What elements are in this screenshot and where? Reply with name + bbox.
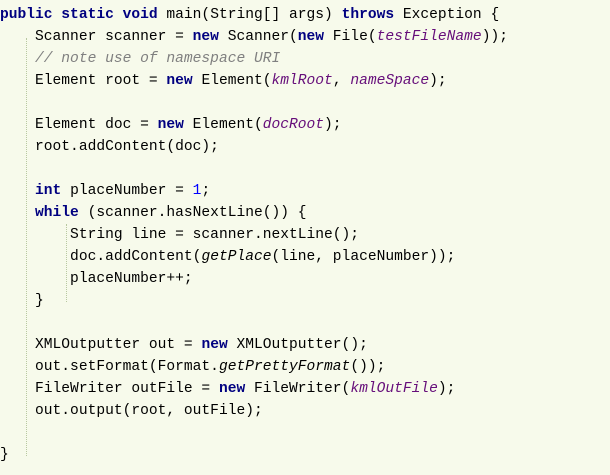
code-token: XMLOutputter out = (0, 337, 202, 353)
field-token: nameSpace (350, 73, 430, 89)
code-line[interactable] (0, 92, 610, 114)
code-token: out.output(root, outFile); (0, 403, 263, 419)
code-line[interactable]: String line = scanner.nextLine(); (0, 224, 610, 246)
code-line[interactable]: } (0, 444, 610, 466)
code-token: , (332, 73, 351, 89)
code-line[interactable] (0, 158, 610, 180)
code-line[interactable]: doc.addContent(getPlace(line, placeNumbe… (0, 246, 610, 268)
keyword-token: throws (341, 7, 403, 23)
code-token: placeNumber++; (0, 271, 193, 287)
code-token: Element doc = (0, 117, 158, 133)
keyword-token: while (35, 205, 88, 221)
keyword-token: new (201, 337, 237, 353)
method-token: getPlace (201, 249, 272, 265)
code-token: placeNumber = (70, 183, 193, 199)
code-token: main(String[] args) (166, 7, 342, 23)
code-token: Element( (201, 73, 272, 89)
code-line[interactable]: XMLOutputter out = new XMLOutputter(); (0, 334, 610, 356)
code-token: Element( (192, 117, 263, 133)
code-token: ; (201, 183, 211, 199)
keyword-token: new (218, 381, 254, 397)
code-line[interactable]: out.setFormat(Format.getPrettyFormat()); (0, 356, 610, 378)
code-line[interactable] (0, 422, 610, 444)
code-token: } (0, 293, 44, 309)
field-token: docRoot (262, 117, 325, 133)
code-token: String line = scanner.nextLine(); (0, 227, 360, 243)
code-line[interactable]: } (0, 290, 610, 312)
keyword-token: new (157, 117, 193, 133)
code-token: root.addContent(doc); (0, 139, 219, 155)
code-line[interactable]: Scanner scanner = new Scanner(new File(t… (0, 26, 610, 48)
code-token: XMLOutputter(); (236, 337, 368, 353)
code-token: FileWriter( (253, 381, 351, 397)
keyword-token: int (35, 183, 71, 199)
code-line[interactable] (0, 312, 610, 334)
code-token: (line, placeNumber)); (271, 249, 456, 265)
keyword-token: new (192, 29, 228, 45)
code-line[interactable]: out.output(root, outFile); (0, 400, 610, 422)
comment-token: // note use of namespace URI (0, 51, 281, 67)
code-token: ); (324, 117, 342, 133)
code-line[interactable]: while (scanner.hasNextLine()) { (0, 202, 610, 224)
code-token: Exception { (402, 7, 500, 23)
code-line[interactable]: public static void main(String[] args) t… (0, 4, 610, 26)
indent-guide-while-block (66, 224, 67, 302)
field-token: testFileName (376, 29, 482, 45)
code-token: Scanner( (227, 29, 298, 45)
code-token: File( (332, 29, 377, 45)
keyword-token: new (297, 29, 333, 45)
code-line[interactable]: // note use of namespace URI (0, 48, 610, 70)
code-token: Scanner scanner = (0, 29, 193, 45)
code-line[interactable]: root.addContent(doc); (0, 136, 610, 158)
code-editor[interactable]: public static void main(String[] args) t… (0, 0, 610, 475)
code-token: (scanner.hasNextLine()) { (87, 205, 307, 221)
code-token: Element root = (0, 73, 167, 89)
code-token: ()); (350, 359, 386, 375)
code-token: out.setFormat(Format. (0, 359, 219, 375)
code-area[interactable]: public static void main(String[] args) t… (0, 4, 610, 466)
code-line[interactable]: Element doc = new Element(docRoot); (0, 114, 610, 136)
code-token: doc.addContent( (0, 249, 202, 265)
keyword-token: public static void (0, 7, 167, 23)
code-line[interactable]: Element root = new Element(kmlRoot, name… (0, 70, 610, 92)
field-token: kmlRoot (271, 73, 333, 89)
code-line[interactable]: FileWriter outFile = new FileWriter(kmlO… (0, 378, 610, 400)
field-token: kmlOutFile (350, 381, 438, 397)
code-line[interactable]: placeNumber++; (0, 268, 610, 290)
keyword-token: new (166, 73, 202, 89)
code-token: ); (437, 381, 456, 397)
method-token: getPrettyFormat (218, 359, 351, 375)
code-token: ); (429, 73, 447, 89)
code-token: } (0, 447, 9, 463)
code-line[interactable]: int placeNumber = 1; (0, 180, 610, 202)
code-token: FileWriter outFile = (0, 381, 219, 397)
indent-guide-method (26, 38, 27, 456)
code-token: )); (481, 29, 508, 45)
